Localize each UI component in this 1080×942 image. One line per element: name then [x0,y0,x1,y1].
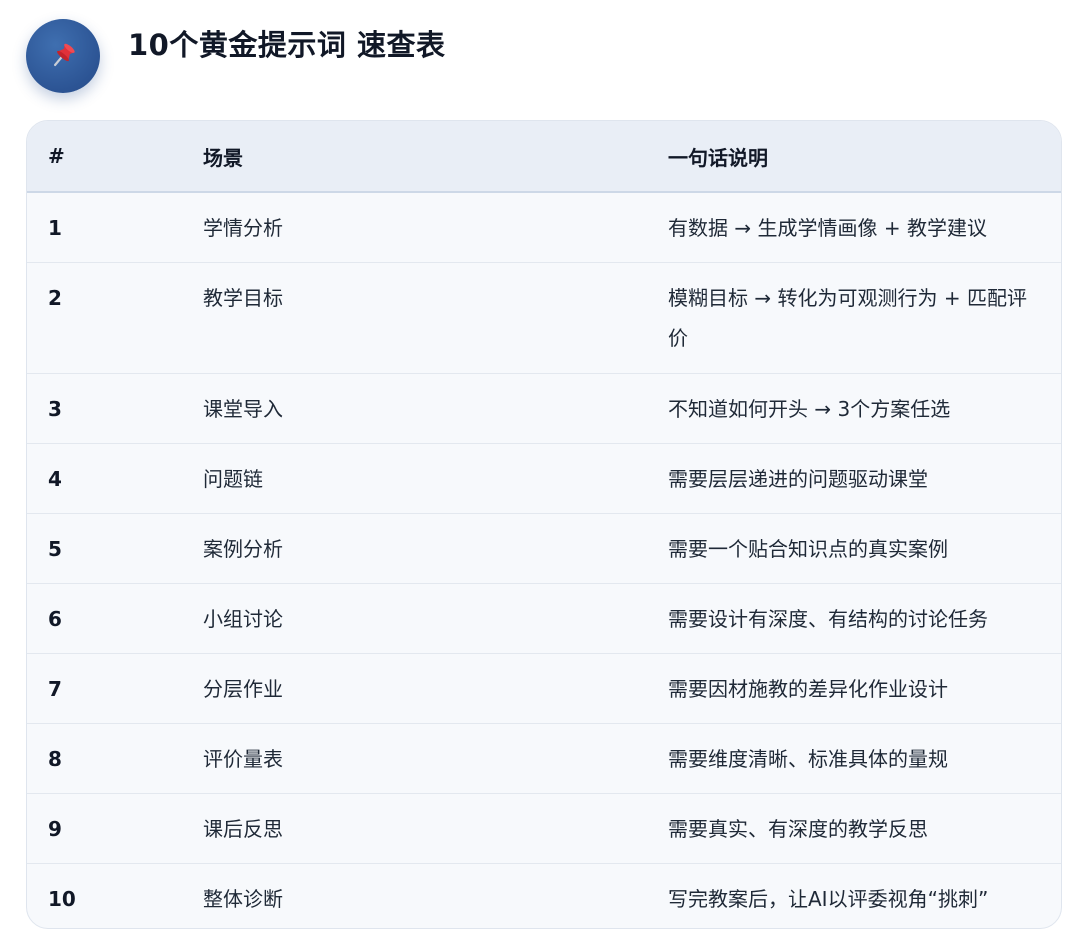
header-scene: 场景 [203,121,668,193]
row-number: 9 [48,816,62,841]
row-scene: 评价量表 [203,746,283,771]
row-scene: 教学目标 [203,285,283,310]
table-row: 7 分层作业 需要因材施教的差异化作业设计 [27,652,1061,723]
row-scene: 课后反思 [203,816,283,841]
row-number: 6 [48,606,62,631]
table-row: 6 小组讨论 需要设计有深度、有结构的讨论任务 [27,582,1061,653]
row-description: 需要设计有深度、有结构的讨论任务 [668,606,988,631]
table-row: 1 学情分析 有数据 → 生成学情画像 + 教学建议 [27,192,1061,262]
row-number: 3 [48,396,62,421]
table-row: 2 教学目标 模糊目标 → 转化为可观测行为 + 匹配评价 [27,261,1061,373]
row-description: 需要一个贴合知识点的真实案例 [668,536,948,561]
row-scene: 案例分析 [203,536,283,561]
row-description: 模糊目标 → 转化为可观测行为 + 匹配评价 [668,285,1027,350]
table-row: 10 整体诊断 写完教案后，让AI以评委视角“挑刺” [27,862,1061,928]
page-title: 10个黄金提示词 速查表 [128,28,446,62]
table-row: 3 课堂导入 不知道如何开头 → 3个方案任选 [27,372,1061,443]
table-header-row: # 场景 一句话说明 [27,121,1061,193]
row-scene: 小组讨论 [203,606,283,631]
quick-reference-table: # 场景 一句话说明 1 学情分析 有数据 → 生成学情画像 + 教学建议 2 … [26,120,1062,929]
row-number: 2 [48,285,62,310]
row-number: 7 [48,676,62,701]
row-description: 不知道如何开头 → 3个方案任选 [668,396,951,421]
row-number: 10 [48,886,76,911]
prompt-table: # 场景 一句话说明 1 学情分析 有数据 → 生成学情画像 + 教学建议 2 … [27,121,1061,928]
row-scene: 分层作业 [203,676,283,701]
row-number: 4 [48,466,62,491]
row-description: 需要因材施教的差异化作业设计 [668,676,948,701]
row-description: 需要层层递进的问题驱动课堂 [668,466,928,491]
header-description: 一句话说明 [668,121,1061,193]
table-row: 8 评价量表 需要维度清晰、标准具体的量规 [27,722,1061,793]
row-scene: 整体诊断 [203,886,283,911]
pushpin-icon [53,43,75,67]
page-header: 10个黄金提示词 速查表 [26,18,445,94]
row-description: 需要维度清晰、标准具体的量规 [668,746,948,771]
row-number: 8 [48,746,62,771]
row-scene: 学情分析 [203,216,283,240]
row-number: 1 [48,216,62,240]
row-description: 有数据 → 生成学情画像 + 教学建议 [668,216,987,240]
pin-badge [26,19,100,93]
row-description: 写完教案后，让AI以评委视角“挑刺” [668,886,989,911]
table-row: 4 问题链 需要层层递进的问题驱动课堂 [27,442,1061,513]
table-row: 9 课后反思 需要真实、有深度的教学反思 [27,792,1061,863]
row-description: 需要真实、有深度的教学反思 [668,816,928,841]
row-scene: 课堂导入 [203,396,283,421]
header-number: # [27,121,203,193]
table-row: 5 案例分析 需要一个贴合知识点的真实案例 [27,512,1061,583]
row-number: 5 [48,536,62,561]
row-scene: 问题链 [203,466,263,491]
